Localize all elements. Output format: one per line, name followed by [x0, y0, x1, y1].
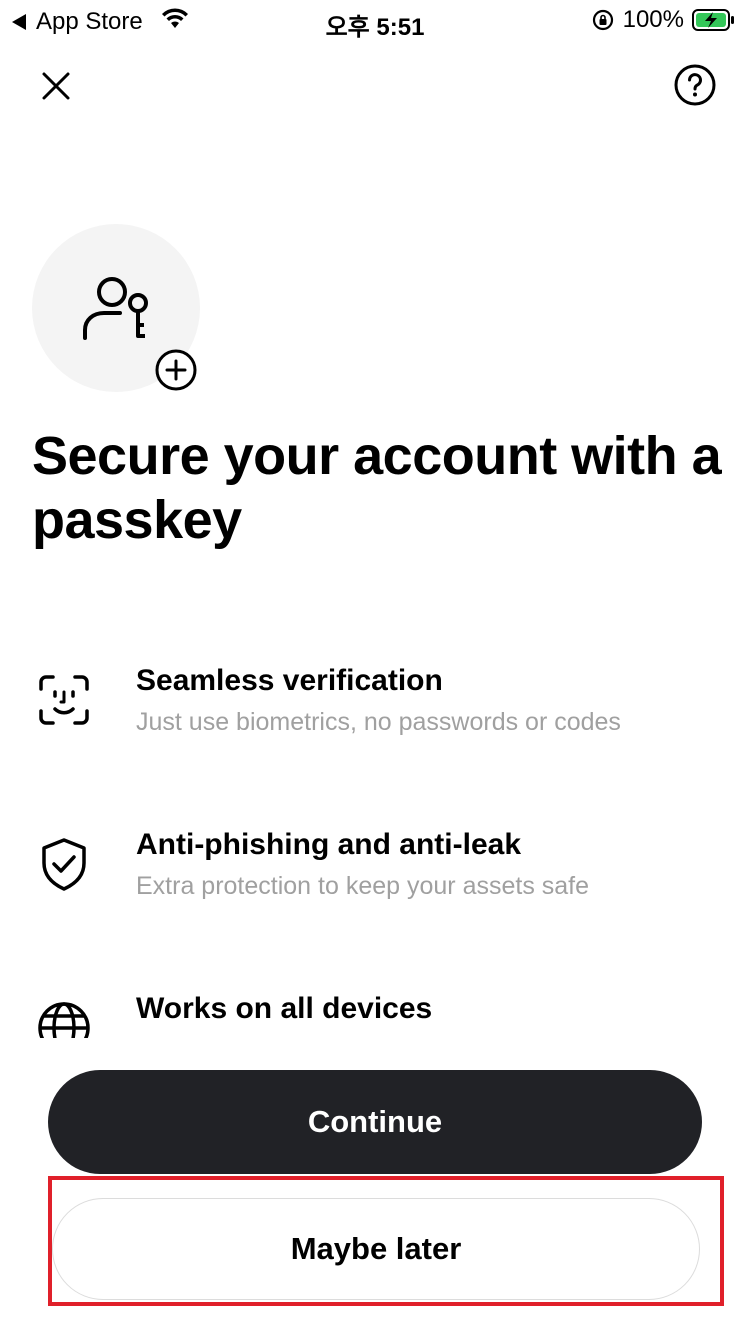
battery-percent: 100%: [622, 6, 684, 33]
close-icon[interactable]: [32, 62, 80, 110]
feature-title: Seamless verification: [136, 664, 443, 697]
feature-description: Just use biometrics, no passwords or cod…: [136, 708, 621, 736]
question-circle-icon[interactable]: [672, 62, 718, 108]
maybe-later-button[interactable]: Maybe later: [52, 1198, 700, 1300]
feature-title: Anti-phishing and anti-leak: [136, 828, 522, 861]
battery-charging-icon: [692, 9, 734, 31]
globe-icon: [38, 1002, 90, 1038]
user-key-icon: [83, 277, 148, 340]
status-right: 100%: [591, 6, 736, 34]
shield-check-icon: [42, 838, 86, 891]
face-id-icon: [39, 675, 89, 725]
status-bar: App Store 오후 5:51 100%: [0, 0, 750, 41]
feature-title: Works on all devices: [136, 992, 433, 1025]
page-title: Secure your account with a passkey: [32, 426, 722, 550]
feature-description: Extra protection to keep your assets saf…: [136, 872, 590, 900]
plus-circle-icon: [155, 349, 197, 391]
orientation-lock-icon: [592, 9, 613, 31]
continue-button[interactable]: Continue: [48, 1070, 702, 1174]
feature-list: Seamless verification Just use biometric…: [0, 600, 750, 1038]
